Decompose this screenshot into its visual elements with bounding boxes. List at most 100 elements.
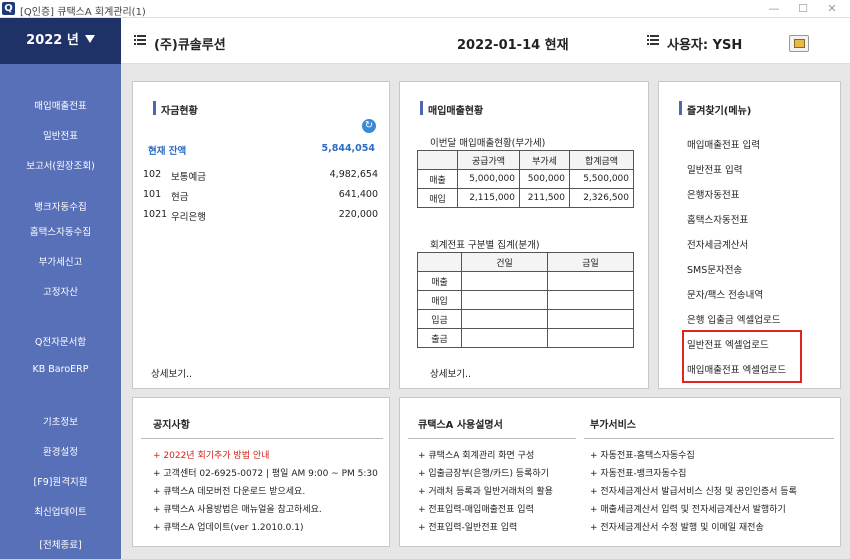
notice-panel: 공지사항 + 2022년 회기추가 방법 안내 + 고객센터 02-6925-0…: [132, 397, 390, 547]
table-cell: [461, 290, 548, 310]
favorite-item[interactable]: 홈택스자동전표: [687, 212, 748, 226]
table-row: 출금: [417, 328, 634, 348]
notice-item: + 고객센터 02-6925-0072 | 평일 AM 9:00 ~ PM 5:…: [153, 469, 378, 479]
notice-item[interactable]: + 2022년 회기추가 방법 안내: [153, 448, 269, 461]
funds-detail-link[interactable]: 상세보기..: [151, 366, 192, 380]
company-name: (주)큐솔루션: [154, 38, 226, 53]
account-name: 보통예금: [171, 172, 206, 183]
table-cell: [547, 271, 634, 291]
funds-title: 자금현황: [153, 101, 198, 117]
table-row: 매출 5,000,000 500,000 5,500,000: [417, 169, 634, 189]
table-cell: [461, 328, 548, 348]
main-content: 자금현황 ↻ 현재 잔액 5,844,054 102 보통예금 4,982,65…: [121, 64, 850, 559]
favorite-item[interactable]: 일반전표 엑셀업로드: [687, 337, 769, 351]
minimize-button[interactable]: —: [760, 1, 788, 17]
manual-item[interactable]: + 거래처 등록과 일반거래처의 활용: [418, 484, 553, 497]
table-cell: 매입: [417, 188, 458, 208]
favorite-item[interactable]: 문자/팩스 전송내역: [687, 287, 763, 301]
sidebar-item-purchase-sales-slip[interactable]: 매입매출전표: [0, 98, 121, 112]
table-cell: [461, 271, 548, 291]
manual-title: 큐택스A 사용설명서: [418, 420, 503, 431]
total-balance-value: 5,844,054: [321, 143, 376, 154]
manual-item[interactable]: + 전표입력-일반전표 입력: [418, 520, 517, 533]
account-name: 현금: [171, 192, 189, 203]
addon-item[interactable]: + 자동전표-홈택스자동수집: [590, 448, 695, 461]
table-cell: 출금: [417, 328, 462, 348]
table-cell: 5,500,000: [569, 169, 634, 189]
favorite-item[interactable]: 일반전표 입력: [687, 162, 742, 176]
table-header-cell: 부가세: [519, 150, 570, 170]
account-amount: 641,400: [338, 189, 378, 200]
table-cell: 5,000,000: [457, 169, 520, 189]
year-label: 2022 년: [26, 33, 79, 48]
favorite-item[interactable]: 매입매출전표 엑셀업로드: [687, 362, 786, 376]
sidebar-item-vat-report[interactable]: 부가세신고: [0, 254, 121, 268]
year-selector[interactable]: 2022 년: [0, 18, 121, 64]
favorite-item[interactable]: 매입매출전표 입력: [687, 137, 760, 151]
refresh-icon[interactable]: ↻: [362, 119, 376, 133]
table-header-row: 건일 금일: [417, 252, 634, 272]
sidebar-item-update[interactable]: 최신업데이트: [0, 504, 121, 518]
sidebar-item-general-slip[interactable]: 일반전표: [0, 128, 121, 142]
title-bar: Q [Q인증] 큐택스A 회계관리(1) — ☐ ✕: [0, 0, 850, 18]
notice-title: 공지사항: [153, 420, 190, 431]
sidebar-item-settings[interactable]: 환경설정: [0, 444, 121, 458]
sidebar-item-q-documents[interactable]: Q전자문서함: [0, 334, 121, 348]
table-cell: 입금: [417, 309, 462, 329]
notice-item[interactable]: + 큐택스A 사용방법은 매뉴얼을 참고하세요.: [153, 502, 322, 515]
addon-title: 부가서비스: [590, 420, 636, 431]
addon-item[interactable]: + 자동전표-뱅크자동수집: [590, 466, 686, 479]
favorite-item[interactable]: SMS문자전송: [687, 262, 742, 276]
account-code: 102: [143, 169, 162, 180]
favorite-item[interactable]: 은행 입출금 엑셀업로드: [687, 312, 780, 326]
table-cell: 2,326,500: [569, 188, 634, 208]
table-cell: 211,500: [519, 188, 570, 208]
addon-item[interactable]: + 매출세금계산서 입력 및 전자세금계산서 발행하기: [590, 502, 786, 515]
vat-table: 공급가액 부가세 합계금액 매출 5,000,000 500,000 5,500…: [417, 150, 634, 208]
funds-panel: 자금현황 ↻ 현재 잔액 5,844,054 102 보통예금 4,982,65…: [132, 81, 390, 389]
table-cell: [547, 309, 634, 329]
sales-panel: 매입매출현황 이번달 매입매출현황(부가세) 공급가액 부가세 합계금액 매출 …: [399, 81, 649, 389]
table-cell: 매출: [417, 169, 458, 189]
table-cell: [461, 309, 548, 329]
divider: [408, 438, 576, 439]
close-button[interactable]: ✕: [818, 1, 846, 17]
manual-item[interactable]: + 큐택스A 회계관리 화면 구성: [418, 448, 534, 461]
favorites-title: 즐겨찾기(메뉴): [679, 101, 751, 117]
sidebar-item-basic-info[interactable]: 기초정보: [0, 414, 121, 428]
list-icon: [647, 35, 659, 46]
favorite-item[interactable]: 전자세금계산서: [687, 237, 748, 251]
table-header-cell: [417, 150, 458, 170]
table-header-cell: [417, 252, 462, 272]
maximize-button[interactable]: ☐: [789, 1, 817, 17]
account-code: 1021: [143, 209, 168, 220]
notice-item[interactable]: + 큐택스A 업데이트(ver 1.2010.0.1): [153, 520, 304, 533]
favorite-item[interactable]: 은행자동전표: [687, 187, 739, 201]
sidebar: 2022 년 매입매출전표 일반전표 보고서(원장조회) 뱅크자동수집 홈택스자…: [0, 18, 121, 559]
table-row: 매입: [417, 290, 634, 310]
table-cell: [547, 328, 634, 348]
sales-detail-link[interactable]: 상세보기..: [430, 366, 471, 380]
manual-item[interactable]: + 전표입력-매입매출전표 입력: [418, 502, 534, 515]
sidebar-item-fixed-assets[interactable]: 고정자산: [0, 284, 121, 298]
sidebar-item-reports[interactable]: 보고서(원장조회): [0, 158, 121, 172]
picture-button[interactable]: [789, 35, 809, 52]
sidebar-item-bank-collect[interactable]: 뱅크자동수집: [0, 199, 121, 213]
sidebar-item-kb-baroerp[interactable]: KB BaroERP: [0, 364, 121, 375]
sidebar-item-exit-all[interactable]: [전체종료]: [0, 537, 121, 551]
user-label: 사용자: YSH: [667, 38, 743, 53]
notice-item[interactable]: + 큐택스A 데모버전 다운로드 받으세요.: [153, 484, 305, 497]
table-row: 입금: [417, 309, 634, 329]
table-row: 매출: [417, 271, 634, 291]
account-amount: 4,982,654: [329, 169, 378, 180]
addon-item[interactable]: + 전자세금계산서 수정 발행 및 이메일 재전송: [590, 520, 764, 533]
slip-table: 건일 금일 매출 매입 입금 출금: [417, 252, 634, 348]
table-cell: 2,115,000: [457, 188, 520, 208]
manual-item[interactable]: + 입출금장부(은행/카드) 등록하기: [418, 466, 549, 479]
app-icon: Q: [2, 2, 15, 15]
sidebar-item-remote-support[interactable]: [F9]원격지원: [0, 474, 121, 488]
sidebar-item-hometax-collect[interactable]: 홈택스자동수집: [0, 224, 121, 238]
table-cell: 500,000: [519, 169, 570, 189]
table-cell: 매입: [417, 290, 462, 310]
addon-item[interactable]: + 전자세금계산서 발급서비스 신청 및 공인인증서 등록: [590, 484, 797, 497]
